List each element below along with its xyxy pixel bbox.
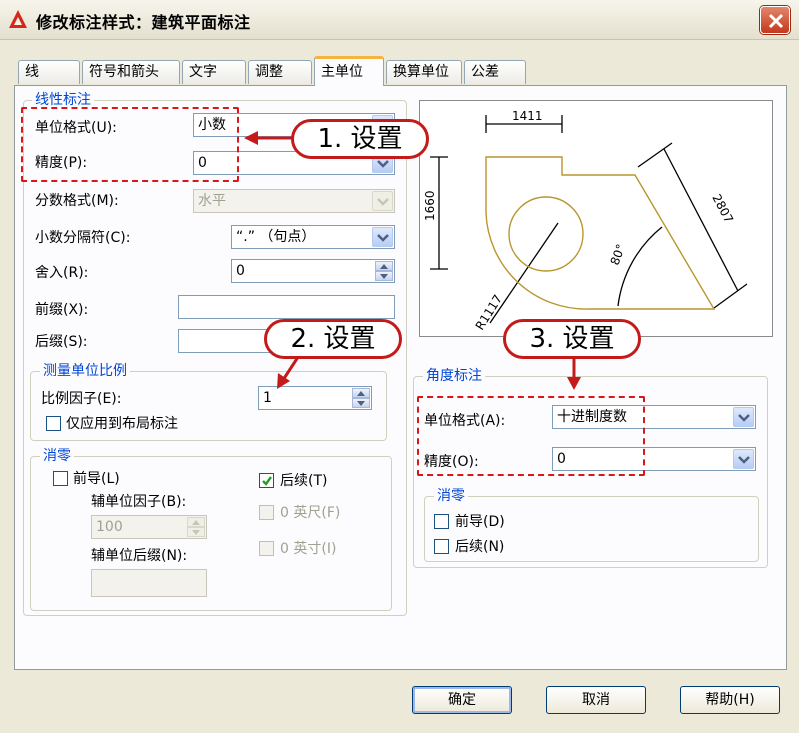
prefix-input[interactable] — [178, 295, 395, 319]
spin-down-icon[interactable] — [375, 271, 393, 281]
highlight-angular-format — [417, 396, 645, 476]
zero-feet-label: 0 英尺(F) — [280, 505, 341, 521]
highlight-linear-format — [21, 107, 239, 182]
sub-unit-factor-spinner — [187, 517, 205, 537]
spin-up-icon[interactable] — [352, 388, 370, 398]
annotation-callout-2: 2. 设置 — [264, 319, 402, 359]
fraction-format-dropdown-button — [372, 191, 393, 211]
angular-unit-format-dropdown-button[interactable] — [733, 407, 754, 427]
preview-dim-angle: 80° — [608, 242, 628, 267]
checkmark-icon — [262, 476, 272, 486]
zero-inches-label: 0 英寸(I) — [280, 541, 337, 557]
chevron-down-icon — [738, 456, 750, 464]
window-title: 修改标注样式：建筑平面标注 — [36, 13, 251, 32]
angular-precision-dropdown-button[interactable] — [733, 449, 754, 469]
spin-up-icon[interactable] — [375, 261, 393, 271]
ok-button[interactable]: 确定 — [412, 686, 512, 714]
zero-inches-checkbox — [259, 541, 274, 556]
linear-leading-label: 前导(L) — [73, 471, 120, 487]
round-off-spinner[interactable] — [375, 261, 393, 281]
zero-feet-checkbox — [259, 505, 274, 520]
sub-unit-suffix-label: 辅单位后缀(N): — [91, 548, 188, 564]
scale-factor-input[interactable]: 1 — [258, 386, 372, 410]
fraction-format-select: 水平 — [193, 189, 395, 213]
scale-factor-label: 比例因子(E): — [41, 391, 122, 407]
preview-dim-top: 1411 — [512, 109, 543, 123]
angular-trailing-checkbox[interactable] — [434, 539, 449, 554]
angular-leading-label: 前导(D) — [455, 514, 505, 530]
tab-text[interactable]: 文字 — [182, 60, 246, 84]
tab-primary-units[interactable]: 主单位 — [314, 56, 384, 86]
scale-factor-spinner[interactable] — [352, 388, 370, 408]
preview-dim-left: 1660 — [423, 190, 437, 221]
linear-leading-checkbox[interactable] — [53, 471, 68, 486]
angular-group-title: 角度标注 — [423, 368, 485, 384]
autocad-a-icon — [9, 10, 27, 28]
decimal-separator-select[interactable]: “.” （句点） — [231, 225, 395, 249]
linear-trailing-checkbox[interactable] — [259, 473, 274, 488]
angular-zero-title: 消零 — [434, 488, 468, 504]
title-bar: 修改标注样式：建筑平面标注 — [0, 0, 799, 40]
spin-down-icon — [187, 527, 205, 537]
help-button[interactable]: 帮助(H) — [680, 686, 780, 714]
annotation-callout-1: 1. 设置 — [291, 119, 429, 159]
cancel-button[interactable]: 取消 — [546, 686, 646, 714]
chevron-down-icon — [738, 414, 750, 422]
chevron-down-icon — [377, 234, 389, 242]
preview-dim-radius: R1117 — [473, 292, 505, 332]
fraction-format-label: 分数格式(M): — [35, 193, 119, 209]
angular-trailing-label: 后续(N) — [455, 539, 505, 555]
spin-up-icon — [187, 517, 205, 527]
prefix-label: 前缀(X): — [35, 302, 89, 318]
close-x-icon — [768, 13, 784, 29]
tab-fit[interactable]: 调整 — [248, 60, 312, 84]
chevron-down-icon — [377, 198, 389, 206]
tab-tolerances[interactable]: 公差 — [464, 60, 526, 84]
round-off-input[interactable]: 0 — [231, 259, 395, 283]
sub-unit-factor-label: 辅单位因子(B): — [91, 494, 187, 510]
dimension-preview: 1411 1660 2807 80° R1117 — [419, 100, 773, 337]
round-off-label: 舍入(R): — [35, 265, 89, 281]
scale-group-title: 测量单位比例 — [40, 363, 130, 379]
decimal-separator-label: 小数分隔符(C): — [35, 230, 131, 246]
decimal-separator-dropdown-button[interactable] — [372, 227, 393, 247]
annotation-callout-3: 3. 设置 — [503, 319, 641, 359]
tab-alternate-units[interactable]: 换算单位 — [386, 60, 462, 84]
preview-dim-slant: 2807 — [709, 192, 736, 226]
sub-unit-suffix-input — [91, 569, 207, 597]
linear-zero-title: 消零 — [40, 448, 74, 464]
spin-down-icon[interactable] — [352, 398, 370, 408]
tab-symbols-arrows[interactable]: 符号和箭头 — [82, 60, 180, 84]
close-button[interactable] — [760, 6, 790, 34]
suffix-label: 后缀(S): — [35, 334, 88, 350]
linear-group-title: 线性标注 — [32, 92, 94, 108]
tab-lines[interactable]: 线 — [18, 60, 80, 84]
layout-only-checkbox[interactable] — [46, 416, 61, 431]
chevron-down-icon — [377, 160, 389, 168]
linear-trailing-label: 后续(T) — [280, 473, 328, 489]
layout-only-label: 仅应用到布局标注 — [66, 416, 178, 432]
angular-leading-checkbox[interactable] — [434, 514, 449, 529]
sub-unit-factor-input: 100 — [91, 515, 207, 539]
